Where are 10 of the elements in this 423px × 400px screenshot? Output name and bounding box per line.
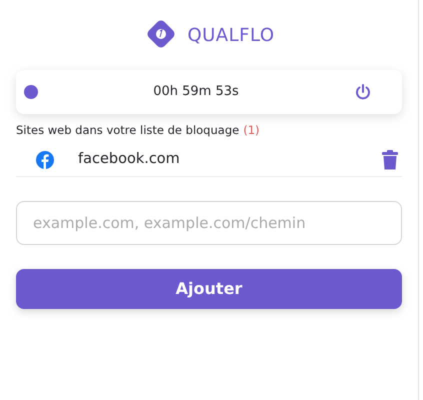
url-input[interactable]: example.com, example.com/chemin (16, 201, 402, 246)
trash-icon[interactable] (382, 150, 398, 170)
list-title: Sites web dans votre liste de bloquage (16, 122, 240, 139)
facebook-icon (36, 150, 54, 169)
site-count: (1) (243, 122, 260, 139)
power-icon[interactable] (354, 83, 372, 101)
add-button[interactable]: Ajouter (16, 269, 402, 310)
site-domain: facebook.com (78, 150, 181, 169)
brand-name: QUALFLO (187, 24, 275, 48)
timer-text: 00h 59m 53s (153, 83, 239, 102)
